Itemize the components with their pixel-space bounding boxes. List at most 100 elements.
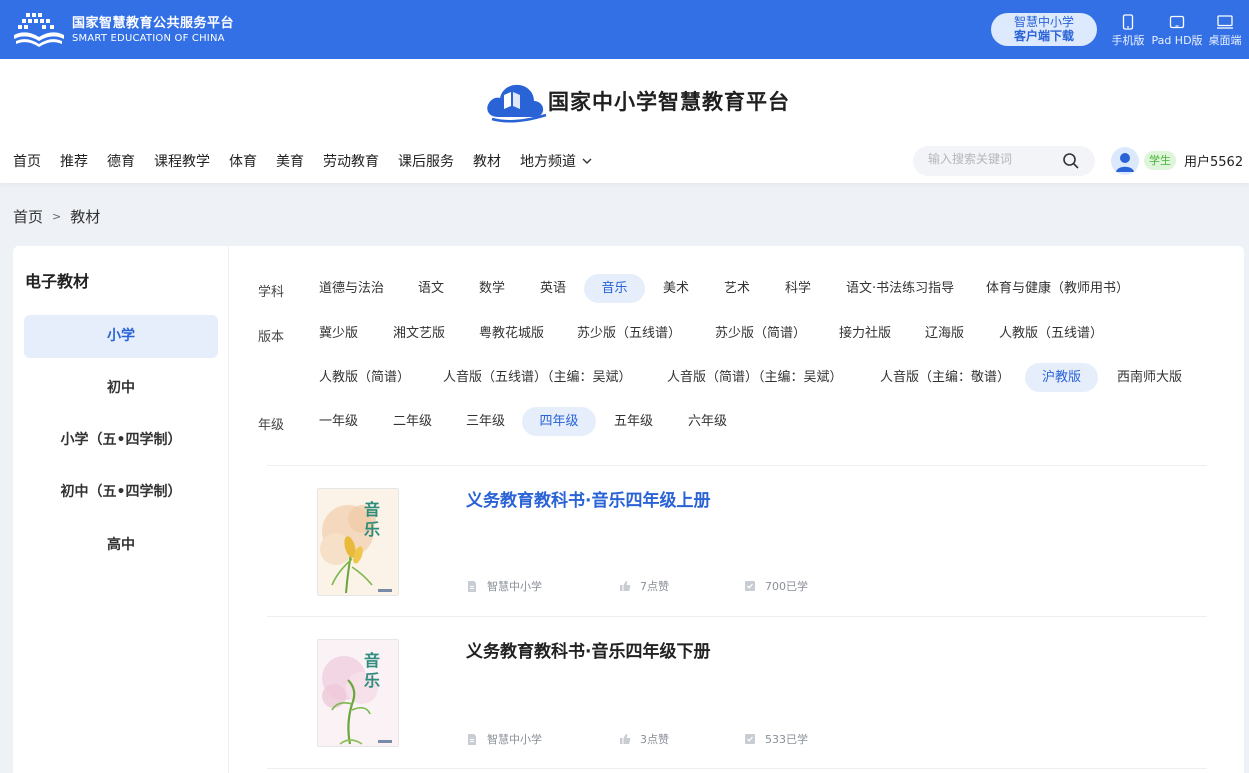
subject-chip[interactable]: 美术 — [663, 274, 689, 303]
username[interactable]: 用户5562 — [1184, 151, 1243, 170]
nav-home[interactable]: 首页 — [13, 151, 41, 171]
grade-chip[interactable]: 五年级 — [614, 407, 653, 436]
book-likes-label: 7点赞 — [640, 580, 669, 593]
nav-labor[interactable]: 劳动教育 — [323, 151, 379, 171]
edition-chip[interactable]: 接力社版 — [839, 319, 891, 348]
sidebar-title: 电子教材 — [25, 272, 90, 291]
edition-chip[interactable]: 辽海版 — [925, 319, 964, 348]
sidebar-item-primary[interactable]: 小学 — [24, 315, 218, 358]
edition-chip[interactable]: 苏少版（五线谱） — [577, 319, 681, 348]
book-likes: 3点赞 — [619, 731, 669, 747]
subject-chip[interactable]: 英语 — [540, 274, 566, 303]
subject-chip[interactable]: 语文 — [418, 274, 444, 303]
device-desktop[interactable]: 桌面端 — [1205, 14, 1245, 48]
device-tablet-label: Pad HD版 — [1151, 34, 1203, 47]
edition-chip[interactable]: 人音版（五线谱）（主编：吴斌） — [443, 363, 632, 392]
subject-chip[interactable]: 道德与法治 — [319, 274, 384, 303]
subject-chip[interactable]: 语文·书法练习指导 — [846, 274, 954, 303]
nav-sports[interactable]: 体育 — [229, 151, 257, 171]
download-line1: 智慧中小学 — [1013, 15, 1074, 29]
grade-chip[interactable]: 三年级 — [466, 407, 505, 436]
brand[interactable]: 国家智慧教育公共服务平台 SMART EDUCATION OF CHINA — [12, 10, 234, 50]
cloud-book-logo-icon — [487, 84, 547, 123]
grade-chip[interactable]: 一年级 — [319, 407, 358, 436]
book-publisher: 智慧中小学 — [466, 578, 542, 594]
brand-logo-icon — [14, 13, 64, 47]
svg-text:音: 音 — [364, 500, 380, 519]
book-learned: 533已学 — [744, 731, 808, 747]
device-phone[interactable]: 手机版 — [1110, 14, 1146, 48]
edition-chip[interactable]: 粤教花城版 — [479, 319, 544, 348]
nav-local-channel[interactable]: 地方频道 — [520, 151, 592, 171]
edition-chip-active[interactable]: 沪教版 — [1025, 363, 1098, 392]
user-icon — [1116, 153, 1134, 172]
nav-courses[interactable]: 课程教学 — [154, 151, 210, 171]
sidebar-item-junior[interactable]: 初中 — [24, 367, 218, 410]
edition-filter-label: 版本 — [258, 330, 285, 345]
search-icon[interactable] — [1062, 152, 1080, 170]
nav-textbooks[interactable]: 教材 — [473, 151, 501, 171]
device-tablet[interactable]: Pad HD版 — [1150, 14, 1204, 48]
role-badge: 学生 — [1144, 151, 1176, 170]
breadcrumb-separator: > — [52, 210, 62, 223]
nav-recommend[interactable]: 推荐 — [60, 151, 88, 171]
nav-moral[interactable]: 德育 — [107, 151, 135, 171]
subject-filter-label: 学科 — [258, 285, 285, 300]
book-title[interactable]: 义务教育教科书·音乐四年级下册 — [466, 637, 710, 662]
book-divider — [267, 616, 1207, 617]
search-input[interactable] — [928, 152, 1058, 166]
book-publisher-label: 智慧中小学 — [487, 580, 542, 593]
sidebar-item-senior[interactable]: 高中 — [24, 524, 218, 567]
subject-chip[interactable]: 科学 — [785, 274, 811, 303]
site-header: 国家中小学智慧教育平台 首页 推荐 德育 课程教学 体育 美育 劳动教育 课后服… — [0, 59, 1249, 183]
book-cover[interactable]: 音 乐 — [317, 488, 399, 596]
main-nav: 首页 推荐 德育 课程教学 体育 美育 劳动教育 课后服务 教材 地方频道 — [13, 151, 611, 171]
client-download-button[interactable]: 智慧中小学 客户端下载 — [991, 13, 1097, 46]
study-count-icon — [745, 734, 755, 744]
desktop-icon — [1217, 15, 1233, 29]
study-count-icon — [745, 581, 755, 591]
content-panel: 电子教材 小学 初中 小学（五•四学制） 初中（五•四学制） 高中 学科 道德与… — [13, 246, 1244, 773]
edition-chip[interactable]: 人音版（主编：敬谱） — [880, 363, 1010, 392]
grade-chip[interactable]: 二年级 — [393, 407, 432, 436]
site-logo[interactable]: 国家中小学智慧教育平台 — [484, 79, 790, 123]
brand-name-cn: 国家智慧教育公共服务平台 — [72, 16, 235, 31]
nav-local-label: 地方频道 — [520, 154, 576, 170]
edition-chip[interactable]: 苏少版（简谱） — [715, 319, 806, 348]
edition-chip[interactable]: 冀少版 — [319, 319, 358, 348]
subject-chip[interactable]: 数学 — [479, 274, 505, 303]
search-box — [913, 146, 1095, 176]
nav-afterschool[interactable]: 课后服务 — [398, 151, 454, 171]
grade-chip-active[interactable]: 四年级 — [522, 407, 596, 436]
brand-name-en: SMART EDUCATION OF CHINA — [72, 33, 225, 44]
book-cover-image: 音 乐 — [318, 489, 398, 595]
breadcrumb-home[interactable]: 首页 — [13, 206, 43, 227]
subject-chip[interactable]: 体育与健康（教师用书） — [986, 274, 1129, 303]
book-cover[interactable]: 音 乐 — [317, 639, 399, 747]
download-line2: 客户端下载 — [1013, 29, 1074, 43]
edition-chip[interactable]: 西南师大版 — [1117, 363, 1182, 392]
subject-chip[interactable]: 艺术 — [724, 274, 750, 303]
grade-filter-label: 年级 — [258, 418, 285, 433]
edition-chip[interactable]: 人教版（五线谱） — [999, 319, 1103, 348]
document-icon — [468, 580, 476, 592]
book-likes-label: 3点赞 — [640, 733, 669, 746]
book-likes: 7点赞 — [619, 578, 669, 594]
edition-chip[interactable]: 人教版（简谱） — [319, 363, 410, 392]
chevron-down-icon — [582, 158, 592, 164]
avatar[interactable] — [1111, 147, 1139, 175]
breadcrumb-current: 教材 — [70, 208, 101, 226]
edition-chip[interactable]: 人音版（简谱）（主编：吴斌） — [667, 363, 843, 392]
sidebar-item-junior-54[interactable]: 初中（五•四学制） — [24, 471, 218, 514]
book-divider — [267, 768, 1207, 769]
grade-chip[interactable]: 六年级 — [688, 407, 727, 436]
book-learned-label: 533已学 — [765, 733, 808, 746]
phone-icon — [1122, 14, 1134, 30]
subject-chip-active[interactable]: 音乐 — [584, 274, 645, 303]
nav-arts[interactable]: 美育 — [276, 151, 304, 171]
edition-chip[interactable]: 湘文艺版 — [393, 319, 445, 348]
book-learned-label: 700已学 — [765, 580, 808, 593]
book-title[interactable]: 义务教育教科书·音乐四年级上册 — [466, 486, 710, 511]
sidebar-item-primary-54[interactable]: 小学（五•四学制） — [24, 419, 218, 462]
document-icon — [468, 733, 476, 745]
